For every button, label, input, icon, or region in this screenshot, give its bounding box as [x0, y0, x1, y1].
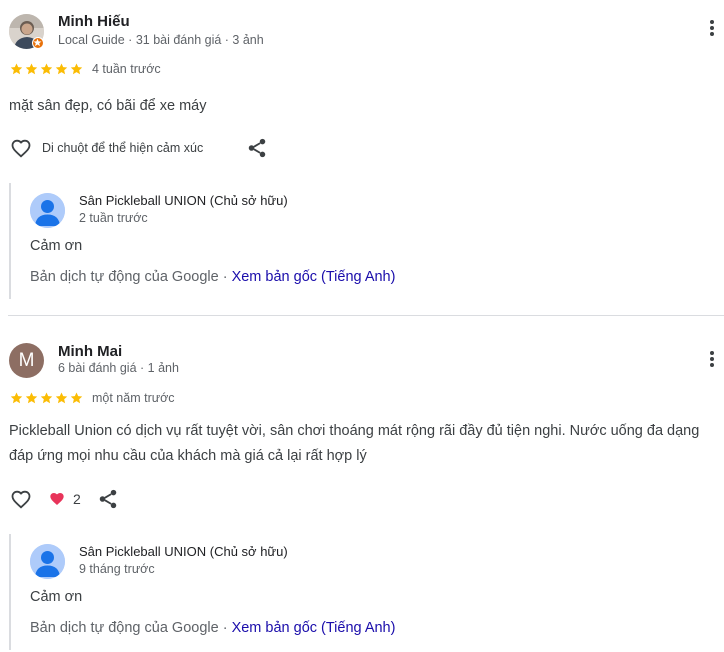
reaction-count: 2	[73, 491, 81, 507]
share-button[interactable]	[97, 488, 119, 510]
default-person-icon	[30, 193, 65, 228]
owner-reply-time: 9 tháng trước	[79, 562, 155, 576]
star-icon	[10, 63, 23, 75]
star-icon	[70, 63, 83, 75]
heart-outline-icon	[11, 490, 31, 509]
share-button[interactable]	[246, 137, 268, 159]
reviewer-name[interactable]: Minh Hiếu	[58, 13, 130, 30]
star-icon	[40, 392, 53, 404]
owner-avatar	[30, 193, 65, 228]
review-time: 4 tuần trước	[92, 62, 161, 76]
star-icon	[10, 392, 23, 404]
owner-reply-time: 2 tuần trước	[79, 211, 148, 225]
like-button[interactable]	[9, 487, 33, 511]
share-icon	[248, 138, 266, 158]
default-person-icon	[30, 544, 65, 579]
translation-note: Bản dịch tự động của Google · Xem bản gố…	[30, 620, 395, 636]
heart-outline-icon	[11, 139, 31, 158]
translation-label: Bản dịch tự động của Google ·	[30, 620, 232, 636]
like-button[interactable]	[9, 136, 33, 160]
reaction-hint: Di chuột để thể hiện cảm xúc	[42, 141, 204, 155]
reaction-summary[interactable]: 2	[49, 490, 81, 508]
view-original-link[interactable]: Xem bản gốc (Tiếng Anh)	[232, 620, 396, 636]
star-icon	[25, 392, 38, 404]
reviewer-meta[interactable]: Local Guide · 31 bài đánh giá · 3 ảnh	[58, 33, 264, 47]
rating-stars	[9, 62, 84, 76]
review-time: một năm trước	[92, 391, 175, 405]
more-options-button[interactable]	[703, 349, 721, 373]
heart-filled-icon	[50, 493, 64, 505]
owner-reply: Sân Pickleball UNION (Chủ sở hữu) 9 thán…	[9, 534, 724, 650]
review-text: mặt sân đẹp, có bãi để xe máy	[9, 98, 207, 114]
more-options-button[interactable]	[703, 18, 721, 42]
view-original-link[interactable]: Xem bản gốc (Tiếng Anh)	[232, 269, 396, 285]
star-icon	[40, 63, 53, 75]
reviewer-name[interactable]: Minh Mai	[58, 343, 122, 360]
more-vert-icon	[710, 20, 714, 24]
local-guide-badge-icon	[32, 37, 44, 49]
review-divider	[8, 315, 724, 316]
star-icon	[55, 392, 68, 404]
more-vert-icon	[710, 351, 714, 355]
star-icon	[55, 63, 68, 75]
star-icon	[25, 63, 38, 75]
share-icon	[99, 489, 117, 509]
translation-note: Bản dịch tự động của Google · Xem bản gố…	[30, 269, 395, 285]
star-icon	[70, 392, 83, 404]
owner-reply-text: Cảm ơn	[30, 589, 83, 605]
reviewer-avatar[interactable]: M	[9, 343, 44, 378]
owner-reply: Sân Pickleball UNION (Chủ sở hữu) 2 tuần…	[9, 183, 724, 299]
owner-avatar	[30, 544, 65, 579]
rating-stars	[9, 391, 84, 405]
translation-label: Bản dịch tự động của Google ·	[30, 269, 232, 285]
reviewer-meta[interactable]: 6 bài đánh giá · 1 ảnh	[58, 361, 179, 375]
review-card: Minh Hiếu Local Guide · 31 bài đánh giá …	[0, 0, 724, 315]
review-text: Pickleball Union có dịch vụ rất tuyệt vờ…	[9, 423, 700, 464]
owner-name: Sân Pickleball UNION (Chủ sở hữu)	[79, 544, 288, 559]
owner-name: Sân Pickleball UNION (Chủ sở hữu)	[79, 193, 288, 208]
review-card: M Minh Mai 6 bài đánh giá · 1 ảnh một nă…	[0, 330, 724, 652]
owner-reply-text: Cảm ơn	[30, 238, 83, 254]
